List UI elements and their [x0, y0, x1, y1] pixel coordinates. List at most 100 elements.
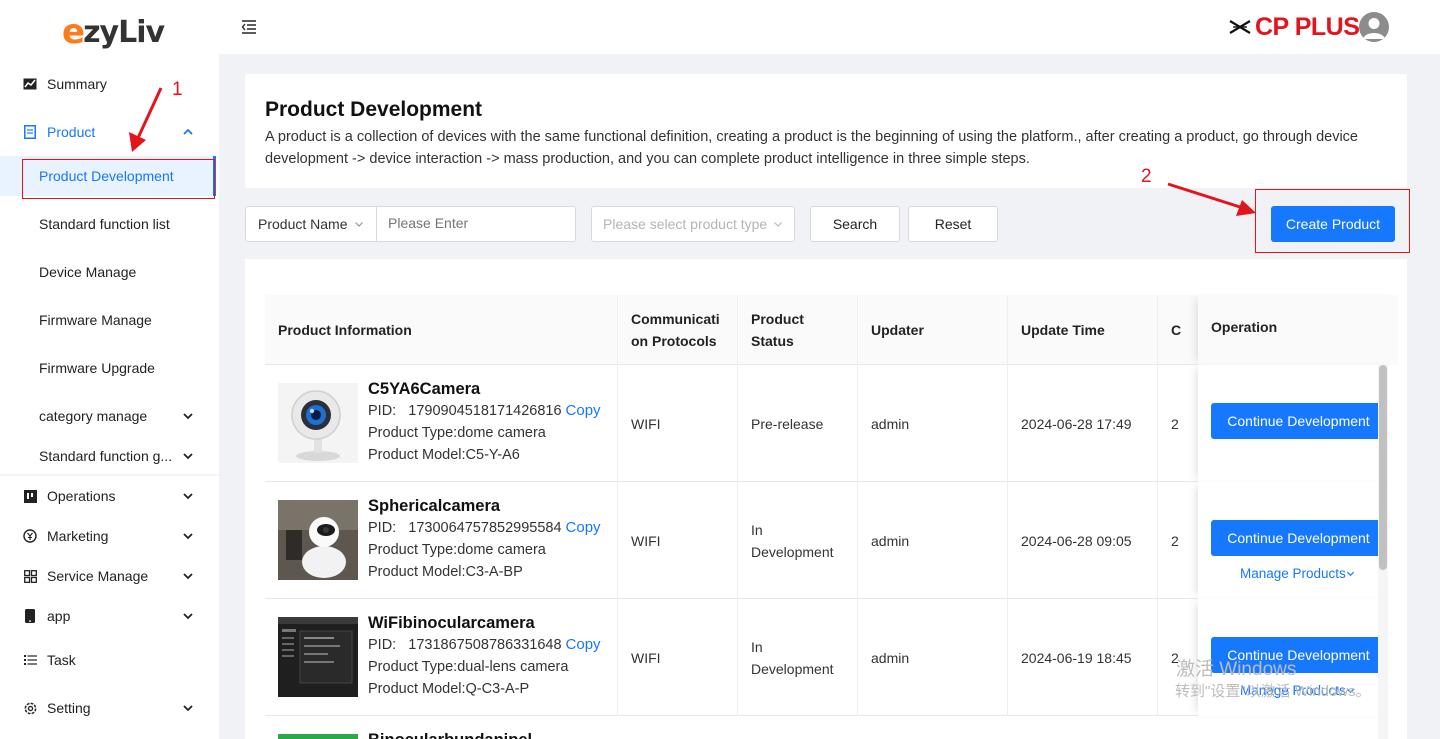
- status-cell: In Development: [738, 482, 858, 599]
- product-name: Sphericalcamera: [368, 497, 501, 515]
- windows-activation-watermark: 激活 Windows: [1176, 659, 1297, 680]
- sidebar-item-app[interactable]: app: [0, 596, 219, 636]
- product-thumbnail-screenshot: [278, 617, 358, 697]
- product-thumbnail-dome-camera: [278, 500, 358, 580]
- protocol-cell: WIFI: [618, 482, 738, 599]
- sidebar-item-summary[interactable]: Summary: [0, 64, 219, 104]
- product-pid: 1730064757852995584: [408, 520, 562, 536]
- sidebar-item-marketing[interactable]: Marketing: [0, 516, 219, 556]
- updater-cell: admin: [858, 482, 1008, 599]
- copy-pid-link[interactable]: Copy: [566, 519, 601, 536]
- annotation-box-create-product: [1255, 189, 1410, 253]
- column-header-product-status: Product Status: [738, 295, 858, 365]
- chart-icon: [22, 76, 38, 92]
- menu-collapse-icon[interactable]: [241, 19, 257, 35]
- product-info-cell: Sphericalcamera PID: 1730064757852995584…: [265, 482, 618, 599]
- chevron-down-icon: [183, 613, 193, 620]
- chevron-down-icon: [183, 573, 193, 580]
- product-type: dual-lens camera: [457, 659, 569, 675]
- sidebar-item-product[interactable]: Product: [0, 112, 219, 152]
- sidebar-item-task[interactable]: Task: [0, 640, 219, 680]
- continue-development-button[interactable]: Continue Development: [1211, 403, 1386, 439]
- chevron-down-icon: [183, 533, 193, 540]
- search-button[interactable]: Search: [810, 206, 900, 242]
- chevron-down-icon: [1346, 571, 1354, 577]
- product-thumbnail-webcam: [278, 383, 358, 463]
- product-model: C5-Y-A6: [465, 447, 520, 463]
- search-field-select[interactable]: Product Name: [245, 206, 376, 242]
- copy-pid-link[interactable]: Copy: [566, 402, 601, 419]
- status-cell: Pre-release: [738, 365, 858, 482]
- product-pid: 1731867508786331648: [408, 637, 562, 653]
- annotation-number-2: 2: [1141, 166, 1152, 187]
- board-icon: [22, 488, 38, 504]
- updater-cell: admin: [858, 365, 1008, 482]
- gear-icon: [22, 700, 38, 716]
- sidebar-item-standard-function-group[interactable]: Standard function g...: [0, 436, 213, 476]
- column-header-updater: Updater: [858, 295, 1008, 365]
- chevron-down-icon: [183, 413, 193, 420]
- cp-plus-mark-icon: [1229, 20, 1251, 34]
- table-row: Binocularbundanipel: [265, 716, 1387, 739]
- document-icon: [22, 124, 38, 140]
- table-row: C5YA6Camera PID: 1790904518171426816 Copy…: [265, 365, 1398, 482]
- product-type: dome camera: [457, 425, 546, 441]
- annotation-number-1: 1: [172, 79, 183, 100]
- product-model: C3-A-BP: [465, 564, 523, 580]
- sidebar-item-category-manage[interactable]: category manage: [0, 396, 213, 436]
- column-header-product-information: Product Information: [265, 295, 618, 365]
- product-name: WiFibinocularcamera: [368, 614, 535, 632]
- update-time-cell: 2024-06-19 18:45: [1008, 599, 1158, 716]
- yen-icon: [22, 528, 38, 544]
- table-scrollbar-thumb[interactable]: [1379, 365, 1387, 570]
- copy-pid-link[interactable]: Copy: [566, 636, 601, 653]
- manage-products-dropdown[interactable]: Manage Products: [1240, 566, 1355, 581]
- table-row: Sphericalcamera PID: 1730064757852995584…: [265, 482, 1398, 599]
- product-pid: 1790904518171426816: [408, 403, 562, 419]
- grid-icon: [22, 568, 38, 584]
- cp-plus-logo: CP PLUS: [1229, 13, 1360, 41]
- sidebar-item-device-manage[interactable]: Device Manage: [0, 252, 213, 292]
- sidebar-item-service-manage[interactable]: Service Manage: [0, 556, 219, 596]
- reset-button[interactable]: Reset: [908, 206, 998, 242]
- continue-development-button[interactable]: Continue Development: [1211, 520, 1386, 556]
- sidebar-item-firmware-upgrade[interactable]: Firmware Upgrade: [0, 348, 213, 388]
- product-type: dome camera: [457, 542, 546, 558]
- product-thumbnail-partial: [278, 734, 358, 739]
- search-input-field[interactable]: [388, 215, 568, 231]
- sidebar-item-standard-function-list[interactable]: Standard function list: [0, 204, 213, 244]
- avatar[interactable]: [1359, 12, 1389, 42]
- annotation-box-product-development: [22, 159, 215, 199]
- protocol-cell: WIFI: [618, 599, 738, 716]
- operation-cell: Continue Development Manage Products: [1198, 482, 1398, 599]
- product-name: Binocularbundanipel: [368, 731, 532, 739]
- sidebar-item-firmware-manage[interactable]: Firmware Manage: [0, 300, 213, 340]
- column-header-protocols: Communicati on Protocols: [618, 295, 738, 365]
- phone-icon: [22, 608, 38, 624]
- updater-cell: admin: [858, 599, 1008, 716]
- chevron-up-icon: [183, 128, 193, 135]
- page-title: Product Development: [265, 98, 483, 121]
- product-name: C5YA6Camera: [368, 380, 481, 398]
- top-bar: CP PLUS: [219, 0, 1440, 54]
- product-model: Q-C3-A-P: [465, 681, 530, 697]
- sidebar-item-setting[interactable]: Setting: [0, 688, 219, 728]
- search-input[interactable]: [376, 206, 576, 242]
- update-time-cell: 2024-06-28 09:05: [1008, 482, 1158, 599]
- list-icon: [22, 652, 38, 668]
- operation-column-header: Operation: [1198, 295, 1398, 365]
- update-time-cell: 2024-06-28 17:49: [1008, 365, 1158, 482]
- chevron-down-icon: [774, 222, 782, 227]
- sidebar-item-operations[interactable]: Operations: [0, 476, 219, 516]
- protocol-cell: WIFI: [618, 365, 738, 482]
- status-cell: In Development: [738, 599, 858, 716]
- page-header-card: Product Development A product is a colle…: [245, 74, 1407, 188]
- annotation-arrow-2: [1167, 182, 1256, 216]
- operation-cell: Continue Development: [1198, 365, 1398, 482]
- product-type-select[interactable]: Please select product type: [591, 206, 795, 242]
- page-description: A product is a collection of devices wit…: [265, 129, 1358, 167]
- sidebar: e zyLiv Summary Product Product Developme…: [0, 0, 219, 739]
- table-header: Product Information Communicati on Proto…: [265, 295, 1398, 365]
- column-header-update-time: Update Time: [1008, 295, 1158, 365]
- ezyliv-logo[interactable]: e zyLiv: [62, 12, 165, 52]
